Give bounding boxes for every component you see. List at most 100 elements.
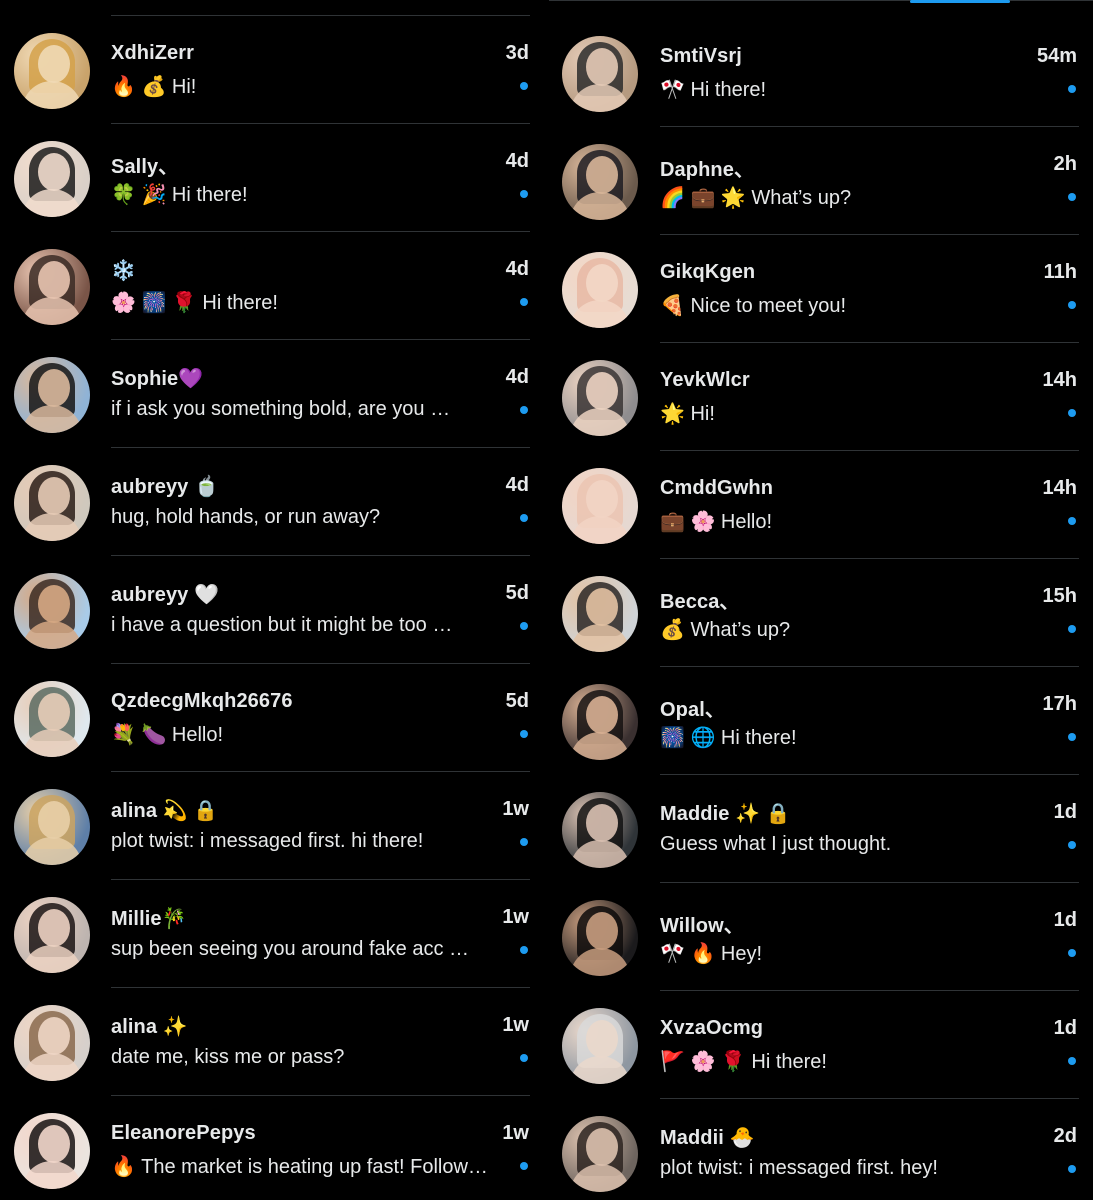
avatar[interactable] [14,897,90,973]
conversation-row[interactable]: SmtiVsrj 🎌 Hi there! 54m [549,19,1093,127]
avatar[interactable] [562,360,638,436]
avatar[interactable] [562,576,638,652]
message-preview: 🍕 Nice to meet you! [660,295,847,317]
avatar[interactable] [562,792,638,868]
sender-name: YevkWlcr [660,369,750,391]
conversation-row[interactable]: alina ✨ date me, kiss me or pass? 1w [0,988,545,1096]
conversation-row[interactable]: aubreyy 🍵 hug, hold hands, or run away? 4d [0,448,545,556]
avatar[interactable] [14,1005,90,1081]
unread-indicator [520,1054,528,1062]
message-preview: Guess what I just thought. [660,833,892,855]
message-preview: sup been seeing you around fake acc … [111,938,470,960]
message-preview: 🌸 🎆 🌹 Hi there! [111,292,278,314]
avatar[interactable] [14,33,90,109]
timestamp: 1d [1053,909,1077,931]
sender-name: SmtiVsrj [660,45,742,67]
unread-indicator [1068,517,1076,525]
avatar[interactable] [14,681,90,757]
sender-name: XvzaOcmg [660,1017,764,1039]
message-preview: date me, kiss me or pass? [111,1046,345,1068]
sender-name: GikqKgen [660,261,756,283]
timestamp: 5d [505,582,529,604]
sender-name: Sally、 [111,156,179,178]
unread-indicator [1068,625,1076,633]
sender-name: Daphne、 [660,159,755,181]
timestamp: 4d [505,474,529,496]
message-preview: 💼 🌸 Hello! [660,511,773,533]
avatar[interactable] [14,789,90,865]
message-preview: 🚩 🌸 🌹 Hi there! [660,1051,827,1073]
timestamp: 4d [505,150,529,172]
conversation-row[interactable]: Willow、 🎌 🔥 Hey! 1d [549,883,1093,991]
conversation-row[interactable]: Daphne、 🌈 💼 🌟 What’s up? 2h [549,127,1093,235]
avatar[interactable] [562,1008,638,1084]
avatar[interactable] [562,468,638,544]
conversation-row[interactable]: Maddie ✨ 🔒 Guess what I just thought. 1d [549,775,1093,883]
timestamp: 1d [1053,801,1077,823]
conversation-row[interactable]: Millie🎋 sup been seeing you around fake a… [0,880,545,988]
message-preview: 🎆 🌐 Hi there! [660,727,797,749]
conversation-row[interactable]: QzdecgMkqh26676 💐 🍆 Hello! 5d [0,664,545,772]
unread-indicator [520,838,528,846]
avatar[interactable] [562,36,638,112]
sender-name: alina 💫 🔒 [111,800,219,822]
conversation-row[interactable]: Maddii 🐣 plot twist: i messaged first. he… [549,1099,1093,1200]
avatar[interactable] [14,357,90,433]
unread-indicator [520,298,528,306]
avatar[interactable] [14,1113,90,1189]
unread-indicator [1068,301,1076,309]
message-preview: if i ask you something bold, are you … [111,398,451,420]
avatar[interactable] [14,573,90,649]
unread-indicator [1068,1165,1076,1173]
timestamp: 1d [1053,1017,1077,1039]
conversation-row[interactable]: XvzaOcmg 🚩 🌸 🌹 Hi there! 1d [549,991,1093,1099]
sender-name: QzdecgMkqh26676 [111,690,293,712]
message-preview: hug, hold hands, or run away? [111,506,381,528]
unread-indicator [1068,193,1076,201]
sender-name: Maddii 🐣 [660,1127,755,1149]
timestamp: 1w [502,798,529,820]
unread-indicator [520,730,528,738]
conversation-row[interactable]: XdhiZerr 🔥 💰 Hi! 3d [0,16,545,124]
conversation-row[interactable]: Sally、 🍀 🎉 Hi there! 4d [0,124,545,232]
conversation-row[interactable]: ❄️ 🌸 🎆 🌹 Hi there! 4d [0,232,545,340]
sender-name: XdhiZerr [111,42,195,64]
active-tab-indicator [910,0,1010,3]
avatar[interactable] [562,144,638,220]
message-preview: plot twist: i messaged first. hey! [660,1157,938,1179]
conversation-row[interactable]: EleanorePepys 🔥 The market is heating up … [0,1096,545,1200]
unread-indicator [520,82,528,90]
unread-indicator [520,946,528,954]
unread-indicator [1068,1057,1076,1065]
unread-indicator [520,622,528,630]
conversation-row[interactable]: Becca、 💰 What’s up? 15h [549,559,1093,667]
conversation-row[interactable]: GikqKgen 🍕 Nice to meet you! 11h [549,235,1093,343]
sender-name: EleanorePepys [111,1122,256,1144]
sender-name: Millie🎋 [111,908,187,930]
conversation-row[interactable]: Sophie💜 if i ask you something bold, are … [0,340,545,448]
unread-indicator [520,1162,528,1170]
conversation-row[interactable]: alina 💫 🔒 plot twist: i messaged first. h… [0,772,545,880]
conversation-row[interactable]: aubreyy 🤍 i have a question but it might … [0,556,545,664]
sender-name: Sophie💜 [111,368,204,390]
avatar[interactable] [562,684,638,760]
sender-name: CmddGwhn [660,477,774,499]
avatar[interactable] [562,900,638,976]
avatar[interactable] [14,465,90,541]
sender-name: aubreyy 🍵 [111,476,220,498]
conversation-row[interactable]: CmddGwhn 💼 🌸 Hello! 14h [549,451,1093,559]
timestamp: 2h [1053,153,1077,175]
timestamp: 4d [505,258,529,280]
sender-name: Maddie ✨ 🔒 [660,803,791,825]
avatar[interactable] [562,1116,638,1192]
conversation-row[interactable]: Opal、 🎆 🌐 Hi there! 17h [549,667,1093,775]
avatar[interactable] [14,249,90,325]
conversation-list-right: SmtiVsrj 🎌 Hi there! 54m Daphne、 🌈 💼 🌟 What’… [549,0,1093,1200]
timestamp: 54m [1036,45,1077,67]
avatar[interactable] [562,252,638,328]
conversation-row[interactable]: YevkWlcr 🌟 Hi! 14h [549,343,1093,451]
avatar[interactable] [14,141,90,217]
sender-name: aubreyy 🤍 [111,584,220,606]
unread-indicator [1068,841,1076,849]
timestamp: 4d [505,366,529,388]
